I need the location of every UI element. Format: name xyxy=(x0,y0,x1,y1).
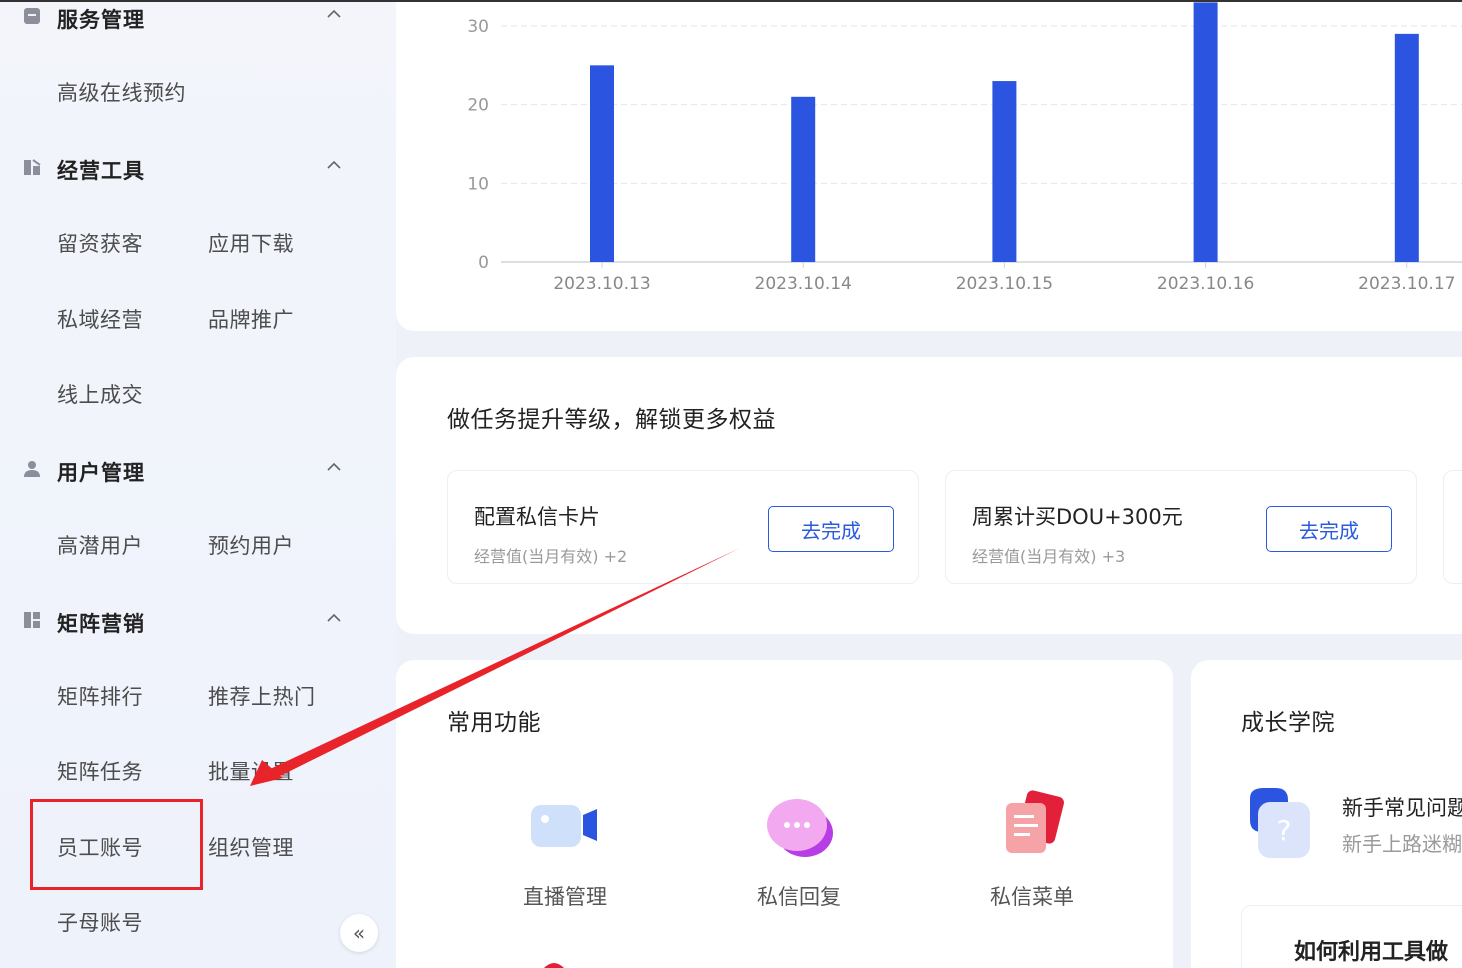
nav-item-batch-settings[interactable]: 批量设置 xyxy=(208,756,294,786)
chevron-up-icon[interactable] xyxy=(324,155,344,175)
section-matrix-marketing[interactable]: 矩阵营销 xyxy=(0,600,396,640)
nav-item-matrix-ranking[interactable]: 矩阵排行 xyxy=(57,681,143,711)
chevron-up-icon[interactable] xyxy=(324,608,344,628)
section-title: 服务管理 xyxy=(57,8,145,32)
task-item-partial xyxy=(1443,470,1462,584)
live-camera-icon xyxy=(531,805,597,847)
function-live-management[interactable]: 直播管理 xyxy=(485,789,645,911)
complete-task-button[interactable]: 去完成 xyxy=(1266,506,1392,552)
section-title: 矩阵营销 xyxy=(57,612,145,636)
nav-item-private-domain[interactable]: 私域经营 xyxy=(57,304,143,334)
task-reward: 经营值(当月有效) +3 xyxy=(972,547,1126,566)
faq-title[interactable]: 新手常见问题 xyxy=(1342,792,1462,822)
academy-title: 成长学院 xyxy=(1241,710,1335,736)
tools-icon xyxy=(24,159,41,175)
nav-item-matrix-tasks[interactable]: 矩阵任务 xyxy=(57,756,143,786)
section-business-tools[interactable]: 经营工具 xyxy=(0,147,396,187)
message-bubble-icon xyxy=(767,799,833,857)
bar xyxy=(1394,33,1419,262)
section-user-management[interactable]: 用户管理 xyxy=(0,449,396,489)
article-title[interactable]: 如何利用工具做 xyxy=(1294,934,1448,966)
task-name: 配置私信卡片 xyxy=(474,505,600,529)
nav-item-high-potential-users[interactable]: 高潜用户 xyxy=(57,530,143,560)
nav-item-booked-users[interactable]: 预约用户 xyxy=(208,530,294,560)
service-icon xyxy=(24,8,40,24)
bar-chart: 0 10 20 30 2023.10.13 2023.10.14 2023.10.15 202… xyxy=(467,2,1462,294)
y-tick-label: 20 xyxy=(467,96,489,116)
nav-item-lead-capture[interactable]: 留资获客 xyxy=(57,228,143,258)
bar xyxy=(791,96,816,262)
tasks-title: 做任务提升等级，解锁更多权益 xyxy=(447,407,776,433)
chevron-up-icon[interactable] xyxy=(324,457,344,477)
y-tick-label: 10 xyxy=(467,174,489,194)
x-tick-label: 2023.10.15 xyxy=(956,274,1053,294)
task-item: 配置私信卡片 经营值(当月有效) +2 去完成 xyxy=(447,470,919,584)
sidebar: 服务管理 高级在线预约 经营工具 留资获客 应用下载 私域经营 品牌推广 线上成… xyxy=(0,0,396,968)
nav-item-app-download[interactable]: 应用下载 xyxy=(208,228,294,258)
section-title: 用户管理 xyxy=(57,461,145,485)
bar xyxy=(590,65,614,262)
question-icon: ? xyxy=(1250,788,1310,858)
section-service-management[interactable]: 服务管理 xyxy=(0,0,396,36)
y-tick-label: 30 xyxy=(467,17,489,37)
matrix-icon xyxy=(24,612,40,628)
nav-item-brand-promotion[interactable]: 品牌推广 xyxy=(208,304,294,334)
x-tick-label: 2023.10.14 xyxy=(755,274,852,294)
functions-title: 常用功能 xyxy=(447,710,541,736)
task-name: 周累计买DOU+300元 xyxy=(972,505,1183,529)
faq-subtitle: 新手上路迷糊 xyxy=(1342,832,1462,856)
nav-item-org-management[interactable]: 组织管理 xyxy=(208,832,294,862)
function-message-reply[interactable]: 私信回复 xyxy=(719,789,879,911)
svg-text:?: ? xyxy=(1277,814,1292,847)
x-tick-label: 2023.10.17 xyxy=(1358,274,1455,294)
message-menu-icon xyxy=(1006,790,1064,853)
nav-item-parent-child-accounts[interactable]: 子母账号 xyxy=(57,907,143,937)
function-message-menu[interactable]: 私信菜单 xyxy=(952,789,1112,911)
task-reward: 经营值(当月有效) +2 xyxy=(474,547,628,566)
y-tick-label: 0 xyxy=(478,253,489,273)
nav-item-online-deals[interactable]: 线上成交 xyxy=(57,379,143,409)
collapse-sidebar-button[interactable]: « xyxy=(340,914,378,952)
function-label: 私信回复 xyxy=(757,885,841,909)
section-title: 经营工具 xyxy=(57,159,145,183)
window-top-border xyxy=(0,0,1462,2)
x-tick-label: 2023.10.16 xyxy=(1157,274,1254,294)
nav-item-promote-trending[interactable]: 推荐上热门 xyxy=(208,681,316,711)
user-icon xyxy=(24,461,40,477)
x-tick-label: 2023.10.13 xyxy=(553,274,650,294)
function-label: 私信菜单 xyxy=(990,885,1074,909)
chevron-up-icon[interactable] xyxy=(324,4,344,24)
nav-item-advanced-booking[interactable]: 高级在线预约 xyxy=(57,77,186,107)
bar xyxy=(1193,2,1218,263)
highlight-box xyxy=(30,799,203,890)
task-item: 周累计买DOU+300元 经营值(当月有效) +3 去完成 xyxy=(945,470,1417,584)
function-label: 直播管理 xyxy=(523,885,607,909)
partial-function-icons xyxy=(544,963,564,968)
complete-task-button[interactable]: 去完成 xyxy=(768,506,894,552)
bar xyxy=(992,81,1017,262)
